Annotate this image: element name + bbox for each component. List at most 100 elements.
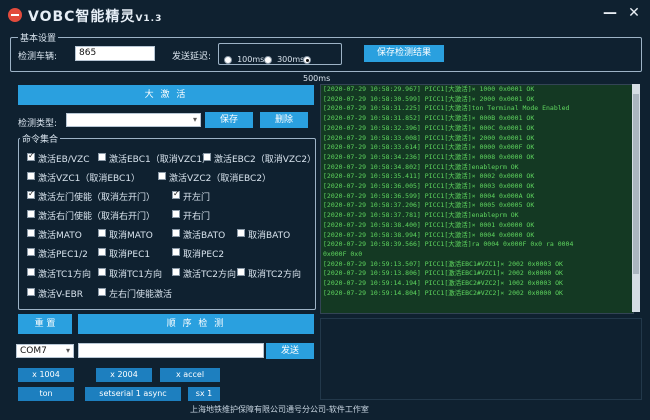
checkbox-cancel-bato[interactable] <box>237 229 245 237</box>
activate-all-button[interactable]: 大 激 活 <box>18 85 314 105</box>
port-value: COM7 <box>20 346 47 356</box>
app-version: V1.3 <box>135 14 163 24</box>
checkbox-cancel-pec2[interactable] <box>172 248 180 256</box>
checkbox-activate-tc2[interactable] <box>172 268 180 276</box>
save-result-button[interactable]: 保存检测结果 <box>364 45 444 62</box>
log-line: [2020-07-29 10:58:33.008] PICC1[大激活]× 20… <box>323 133 535 142</box>
quick-cmd-button[interactable]: setserial 1 async <box>85 387 181 401</box>
checkbox-label: 激活右门使能（取消右开门） <box>38 212 156 222</box>
quick-cmd-button[interactable]: x 2004 <box>96 368 152 382</box>
log-line: [2020-07-29 10:59:13.806] PICC1[激活EBC1#V… <box>323 269 563 278</box>
checkbox-activate-mato[interactable] <box>27 229 35 237</box>
checkbox-open-left-door[interactable] <box>172 189 180 199</box>
delay-option-500[interactable]: 500ms <box>303 49 341 87</box>
checkbox-cancel-mato[interactable] <box>98 229 106 237</box>
vehicle-label: 检测车辆: <box>18 52 58 62</box>
app-title-text: VOBC智能精灵 <box>28 9 136 25</box>
log-scrollbar[interactable] <box>632 84 640 312</box>
checkbox-label: 取消TC1方向 <box>109 270 162 280</box>
checkbox-open-right-door[interactable] <box>172 210 180 218</box>
delay-option-label: 500ms <box>303 74 331 83</box>
checkbox-label: 激活PEC1/2 <box>38 250 88 260</box>
checkbox-label: 激活EB/VZC <box>38 155 90 165</box>
checkbox-label: 取消TC2方向 <box>248 270 301 280</box>
checkbox-label: 激活左门使能（取消左开门） <box>38 193 156 203</box>
detect-type-select[interactable]: ▾ <box>66 113 201 127</box>
detect-type-label: 检测类型: <box>18 119 58 129</box>
log-line: [2020-07-29 10:58:31.225] PICC1[大激活]ton … <box>323 104 570 113</box>
close-icon[interactable]: ✕ <box>624 3 644 23</box>
log-line: [2020-07-29 10:58:33.614] PICC1[大激活]× 00… <box>323 143 535 152</box>
checkbox-label: 激活TC2方向 <box>183 270 236 280</box>
checkbox-cancel-tc2[interactable] <box>237 268 245 276</box>
radio-selected-icon <box>303 55 311 64</box>
quick-cmd-button[interactable]: x 1004 <box>18 368 74 382</box>
checkbox-label: 激活EBC1（取消VZC1） <box>109 155 212 165</box>
checkbox-label: 激活EBC2（取消VZC2） <box>214 155 317 165</box>
checkbox-activate-tc1[interactable] <box>27 268 35 276</box>
log-line: [2020-07-29 10:58:30.599] PICC1[大激活]× 20… <box>323 94 535 103</box>
minimize-icon[interactable]: — <box>600 3 620 23</box>
log-line: [2020-07-29 10:58:32.396] PICC1[大激活]× 00… <box>323 123 535 132</box>
checkbox-door-enable-activate[interactable] <box>98 288 106 296</box>
secondary-output-panel[interactable] <box>320 318 642 400</box>
checkbox-right-door-enable[interactable] <box>27 210 35 218</box>
checkbox-activate-v-ebr[interactable] <box>27 288 35 296</box>
sequence-check-button[interactable]: 顺 序 检 测 <box>78 314 314 334</box>
checkbox-label: 激活VZC1（取消EBC1） <box>38 174 141 184</box>
checkbox-cancel-pec1[interactable] <box>98 248 106 256</box>
app-logo-icon <box>8 8 22 22</box>
log-line: [2020-07-29 10:58:34.236] PICC1[大激活]× 00… <box>323 152 535 161</box>
reset-button[interactable]: 重 置 <box>18 314 72 334</box>
log-line: [2020-07-29 10:58:34.802] PICC1[大激活]enab… <box>323 162 519 171</box>
checkbox-label: 取消PEC2 <box>183 250 225 260</box>
delay-label: 发送延迟: <box>172 52 212 62</box>
radio-icon <box>224 55 232 64</box>
checkbox-cancel-tc1[interactable] <box>98 268 106 276</box>
log-line: [2020-07-29 10:58:31.852] PICC1[大激活]× 00… <box>323 114 535 123</box>
quick-cmd-button[interactable]: sx 1 <box>188 387 220 401</box>
delay-option-300[interactable]: 300ms <box>264 49 304 68</box>
chevron-down-icon: ▾ <box>65 346 70 355</box>
delete-type-button[interactable]: 删除 <box>260 112 308 128</box>
port-select[interactable]: COM7 ▾ <box>16 344 74 358</box>
log-line: [2020-07-29 10:59:13.507] PICC1[激活EBC1#V… <box>323 259 563 268</box>
log-line: [2020-07-29 10:58:38.400] PICC1[大激活]× 00… <box>323 220 535 229</box>
checkbox-ebc1[interactable] <box>98 153 106 161</box>
log-line: [2020-07-29 10:58:39.566] PICC1[大激活]ra 0… <box>323 240 574 249</box>
log-line: [2020-07-29 10:58:35.411] PICC1[大激活]× 00… <box>323 172 535 181</box>
scrollbar-thumb[interactable] <box>633 94 639 274</box>
command-legend: 命令集合 <box>20 132 61 145</box>
checkbox-vzc1[interactable] <box>27 172 35 180</box>
checkbox-label: 激活TC1方向 <box>38 270 91 280</box>
checkbox-vzc2[interactable] <box>158 172 166 180</box>
checkbox-label: 取消PEC1 <box>109 250 151 260</box>
checkbox-label: 开右门 <box>183 212 211 222</box>
delay-radio-group: 100ms 300ms 500ms <box>218 43 342 83</box>
log-line: [2020-07-29 10:58:37.781] PICC1[大激活]enab… <box>323 211 519 220</box>
quick-cmd-button[interactable]: ton <box>18 387 74 401</box>
checkbox-label: 取消MATO <box>109 231 153 241</box>
quick-cmd-button[interactable]: x accel <box>160 368 220 382</box>
checkbox-ebc2[interactable] <box>203 153 211 161</box>
vehicle-input[interactable]: 865 <box>75 46 155 61</box>
save-type-button[interactable]: 保存 <box>205 112 253 128</box>
log-line: [2020-07-29 10:58:37.206] PICC1[大激活]× 00… <box>323 201 535 210</box>
checkbox-left-door-enable[interactable] <box>27 189 35 199</box>
log-line: [2020-07-29 10:58:36.005] PICC1[大激活]× 00… <box>323 182 535 191</box>
checkbox-label: 激活BATO <box>183 231 226 241</box>
checkbox-eb-vzc[interactable] <box>27 151 35 161</box>
checkbox-activate-pec[interactable] <box>27 248 35 256</box>
checkbox-label: 激活VZC2（取消EBC2） <box>169 174 272 184</box>
send-input[interactable] <box>78 343 264 358</box>
basic-settings-legend: 基本设置 <box>18 31 59 44</box>
log-line: [2020-07-29 10:58:29.967] PICC1[大激活]× 10… <box>323 85 535 93</box>
checkbox-label: 激活V-EBR <box>38 290 83 300</box>
log-line: [2020-07-29 10:59:14.804] PICC1[激活EBC2#V… <box>323 288 563 297</box>
checkbox-label: 开左门 <box>183 193 211 203</box>
delay-option-100[interactable]: 100ms <box>224 49 264 68</box>
send-button[interactable]: 发送 <box>266 343 314 359</box>
checkbox-activate-bato[interactable] <box>172 229 180 237</box>
log-output[interactable]: [2020-07-29 10:58:29.967] PICC1[大激活]× 10… <box>320 84 634 314</box>
footer-text: 上海地铁维护保障有限公司通号分公司-软件工作室 <box>190 405 369 414</box>
